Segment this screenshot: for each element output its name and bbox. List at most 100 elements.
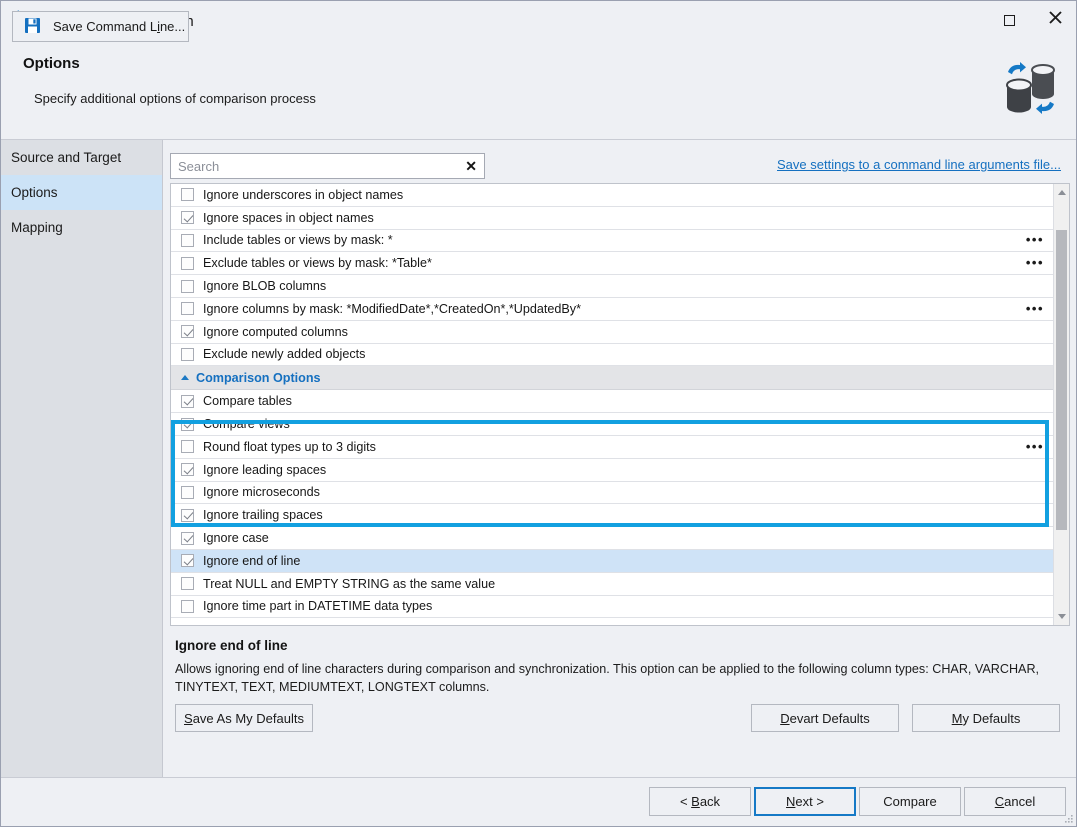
accel-letter: N	[786, 794, 796, 809]
option-row[interactable]: Ignore computed columns	[171, 320, 1053, 344]
maximize-button[interactable]	[986, 1, 1032, 39]
option-row[interactable]: Ignore BLOB columns	[171, 275, 1053, 298]
my-defaults-button[interactable]: My Defaults	[912, 704, 1060, 732]
option-checkbox[interactable]	[181, 394, 194, 408]
option-row[interactable]: Exclude tables or views by mask: *Table*…	[171, 252, 1053, 276]
option-label: Include tables or views by mask: *	[203, 233, 393, 248]
save-settings-command-line-link[interactable]: Save settings to a command line argument…	[777, 157, 1061, 172]
option-checkbox[interactable]	[181, 188, 194, 202]
button-label-rest: ompare	[892, 794, 937, 809]
option-row[interactable]: Ignore trailing spaces	[171, 504, 1053, 528]
option-label: Ignore case	[203, 531, 269, 546]
option-checkbox[interactable]	[181, 485, 194, 499]
option-label: Ignore columns by mask: *ModifiedDate*,*…	[203, 301, 582, 316]
chevron-down-icon	[1057, 614, 1066, 619]
option-row[interactable]: Ignore underscores in object names	[171, 184, 1053, 207]
search-box[interactable]: ✕	[170, 153, 485, 179]
accel-letter: S	[184, 710, 193, 726]
button-label: C	[883, 794, 893, 809]
button-label: ancel	[1004, 794, 1036, 809]
option-row[interactable]: Ignore end of line	[171, 549, 1053, 573]
button-label: ext >	[795, 794, 824, 809]
option-row[interactable]: Ignore time part in DATETIME data types	[171, 595, 1053, 619]
option-description: Ignore end of line Allows ignoring end o…	[175, 638, 1060, 696]
option-checkbox[interactable]	[181, 211, 194, 225]
option-label: Ignore microseconds	[203, 485, 320, 500]
option-row[interactable]: Treat NULL and EMPTY STRING as the same …	[171, 572, 1053, 596]
close-button[interactable]	[1032, 1, 1076, 39]
option-label: Round float types up to 3 digits	[203, 439, 376, 454]
options-list-scrollbar[interactable]	[1053, 184, 1069, 625]
option-row[interactable]: Ignore columns by mask: *ModifiedDate*,*…	[171, 297, 1053, 321]
option-checkbox[interactable]	[181, 233, 194, 247]
option-row[interactable]: Compare views	[171, 413, 1053, 436]
option-checkbox[interactable]	[181, 279, 194, 293]
option-checkbox[interactable]	[181, 554, 194, 568]
button-label: evart Defaults	[789, 710, 870, 726]
next-button[interactable]: Next >	[754, 787, 856, 816]
sidebar-item-label: Options	[11, 185, 58, 200]
option-checkbox[interactable]	[181, 347, 194, 361]
button-label-rest: ack	[699, 794, 721, 809]
sidebar-item-label: Source and Target	[11, 150, 122, 165]
cancel-button[interactable]: Cancel	[964, 787, 1066, 816]
option-ellipsis-button[interactable]: •••	[1026, 233, 1044, 246]
option-ellipsis-button[interactable]: •••	[1026, 256, 1044, 269]
window-controls	[986, 1, 1076, 39]
option-row[interactable]: Compare tables	[171, 390, 1053, 414]
option-checkbox[interactable]	[181, 256, 194, 270]
page-title: Options	[23, 55, 80, 72]
scrollbar-thumb[interactable]	[1056, 230, 1067, 530]
chevron-up-icon	[1057, 190, 1066, 195]
option-checkbox[interactable]	[181, 325, 194, 339]
back-button[interactable]: < Back	[649, 787, 751, 816]
option-label: Ignore trailing spaces	[203, 508, 323, 523]
maximize-icon	[1003, 14, 1015, 26]
devart-defaults-button[interactable]: Devart Defaults	[751, 704, 899, 732]
database-sync-logo	[999, 57, 1061, 119]
option-row[interactable]: Ignore microseconds	[171, 481, 1053, 505]
option-label: Ignore computed columns	[203, 324, 348, 339]
option-checkbox[interactable]	[181, 440, 194, 454]
close-icon	[1048, 11, 1062, 29]
save-command-line-button[interactable]: Save Command Line...	[12, 11, 189, 42]
option-checkbox[interactable]	[181, 531, 194, 545]
save-as-my-defaults-button[interactable]: Save As My Defaults	[175, 704, 313, 732]
collapse-triangle-icon	[181, 375, 189, 381]
option-ellipsis-button[interactable]: •••	[1026, 440, 1044, 453]
button-label: ave As My Defaults	[192, 710, 304, 726]
sidebar-item-mapping[interactable]: Mapping	[1, 210, 162, 245]
options-list[interactable]: Ignore underscores in object names Ignore…	[170, 183, 1070, 626]
option-label: Exclude newly added objects	[203, 347, 366, 362]
resize-grip[interactable]	[1062, 812, 1074, 824]
search-input[interactable]	[171, 154, 450, 178]
option-checkbox[interactable]	[181, 463, 194, 477]
option-row[interactable]: Round float types up to 3 digits •••	[171, 435, 1053, 459]
option-row[interactable]: Exclude newly added objects	[171, 343, 1053, 367]
option-checkbox[interactable]	[181, 302, 194, 316]
option-ellipsis-button[interactable]: •••	[1026, 302, 1044, 315]
button-label: Save Command L	[53, 19, 158, 34]
option-checkbox[interactable]	[181, 508, 194, 522]
option-label: Compare views	[203, 417, 290, 432]
option-description-body: Allows ignoring end of line characters d…	[175, 662, 1040, 694]
option-row[interactable]: Ignore spaces in object names	[171, 206, 1053, 230]
compare-button[interactable]: Compare	[859, 787, 961, 816]
clear-search-icon[interactable]: ✕	[465, 157, 477, 175]
options-group-header[interactable]: Comparison Options	[171, 366, 1053, 391]
option-checkbox[interactable]	[181, 599, 194, 613]
option-checkbox[interactable]	[181, 577, 194, 591]
sidebar-item-source-and-target[interactable]: Source and Target	[1, 140, 162, 175]
option-label: Ignore time part in DATETIME data types	[203, 599, 433, 614]
sidebar-item-options[interactable]: Options	[1, 175, 162, 210]
scroll-up-button[interactable]	[1054, 184, 1069, 201]
option-checkbox[interactable]	[181, 417, 194, 431]
option-row[interactable]: Ignore case	[171, 527, 1053, 550]
scroll-down-button[interactable]	[1054, 608, 1069, 625]
options-pane: ✕ Save settings to a command line argume…	[163, 140, 1076, 777]
page-header: Options Specify additional options of co…	[1, 39, 1076, 140]
option-row[interactable]: Include tables or views by mask: * •••	[171, 229, 1053, 253]
option-row[interactable]: Ignore leading spaces	[171, 458, 1053, 482]
accel-letter: B	[691, 794, 700, 809]
options-list-inner: Ignore underscores in object names Ignore…	[171, 184, 1053, 625]
